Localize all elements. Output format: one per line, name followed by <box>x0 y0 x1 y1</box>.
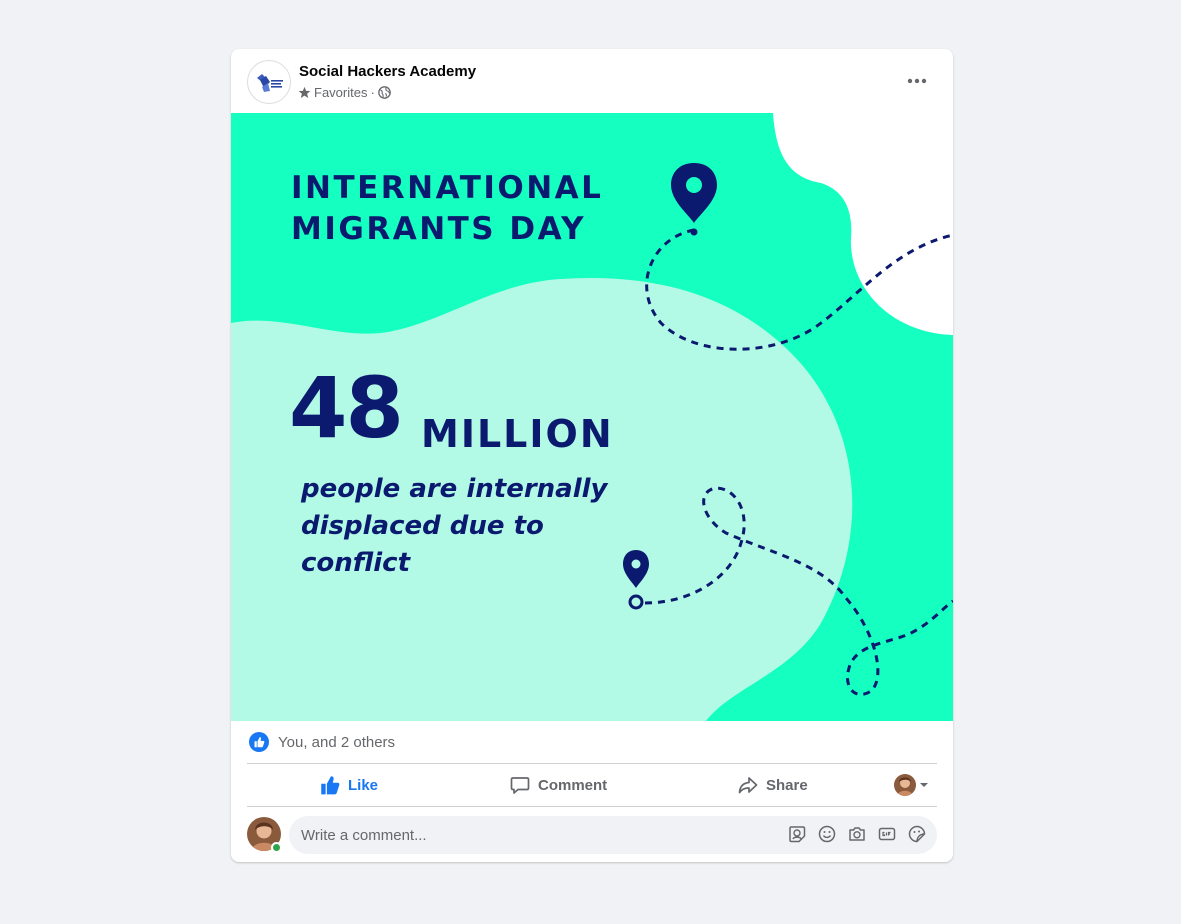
caption-line-3: conflict <box>301 548 411 578</box>
headline-line-1: INTERNATIONAL <box>291 170 604 206</box>
like-button[interactable]: Like <box>320 764 378 806</box>
post-card: Social Hackers Academy Favorites · INTER… <box>231 49 953 862</box>
caret-down-icon <box>920 783 928 787</box>
divider-bottom <box>247 806 937 807</box>
comment-bubble-icon <box>510 777 530 794</box>
reactions-summary[interactable]: You, and 2 others <box>278 734 395 751</box>
headline-line-2: MIGRANTS DAY <box>291 211 587 247</box>
thumbs-up-icon <box>321 776 340 795</box>
audience-label[interactable]: Favorites <box>314 85 367 100</box>
comment-button[interactable]: Comment <box>510 764 607 806</box>
more-options-button[interactable] <box>897 65 937 97</box>
like-reaction-icon[interactable] <box>249 732 269 752</box>
star-icon <box>298 86 311 99</box>
page-avatar[interactable] <box>247 60 291 104</box>
avatar-sticker-icon[interactable] <box>787 824 807 844</box>
stat-caption: people are internally displaced due to c… <box>301 471 621 582</box>
online-status-indicator <box>271 842 282 853</box>
post-meta: Favorites · <box>298 85 391 100</box>
post-header: Social Hackers Academy Favorites · <box>231 49 953 113</box>
share-label: Share <box>766 776 808 794</box>
camera-icon[interactable] <box>847 824 867 844</box>
sticker-icon[interactable] <box>907 824 927 844</box>
share-button[interactable]: Share <box>738 764 808 806</box>
comment-tools <box>787 824 927 844</box>
post-image[interactable]: INTERNATIONAL MIGRANTS DAY 48 MILLION pe… <box>231 113 953 721</box>
stat-number: 48 <box>289 359 404 457</box>
page-logo-icon <box>257 74 283 92</box>
share-arrow-icon <box>738 777 758 794</box>
caption-line-1: people are internally <box>301 474 608 504</box>
reaction-audience-selector[interactable] <box>894 774 929 796</box>
page-name[interactable]: Social Hackers Academy <box>299 63 476 80</box>
meta-separator: · <box>370 85 375 100</box>
globe-icon[interactable] <box>377 86 391 99</box>
emoji-icon[interactable] <box>817 824 837 844</box>
comment-composer <box>247 815 937 855</box>
comment-label: Comment <box>538 776 608 794</box>
gif-icon[interactable] <box>877 824 897 844</box>
actions-row: Like Comment Share <box>247 764 937 806</box>
image-headline: INTERNATIONAL MIGRANTS DAY <box>291 168 603 250</box>
caption-line-2: displaced due to <box>301 511 544 541</box>
more-dots-icon <box>907 78 927 84</box>
thumbs-up-small-icon <box>254 737 265 748</box>
like-label: Like <box>348 776 379 794</box>
reactions-row[interactable]: You, and 2 others <box>247 721 937 763</box>
stat-unit: MILLION <box>421 412 614 456</box>
user-avatar-small <box>894 774 916 796</box>
